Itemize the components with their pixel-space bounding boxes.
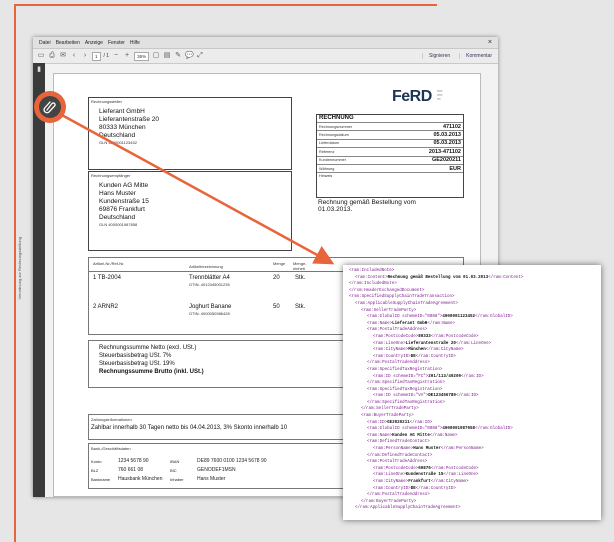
paperclip-icon[interactable] bbox=[39, 96, 61, 118]
paperclip-svg bbox=[43, 101, 56, 114]
connector-arrow bbox=[59, 112, 335, 265]
arrow-line bbox=[59, 112, 335, 265]
attachment-highlight[interactable] bbox=[34, 91, 66, 123]
